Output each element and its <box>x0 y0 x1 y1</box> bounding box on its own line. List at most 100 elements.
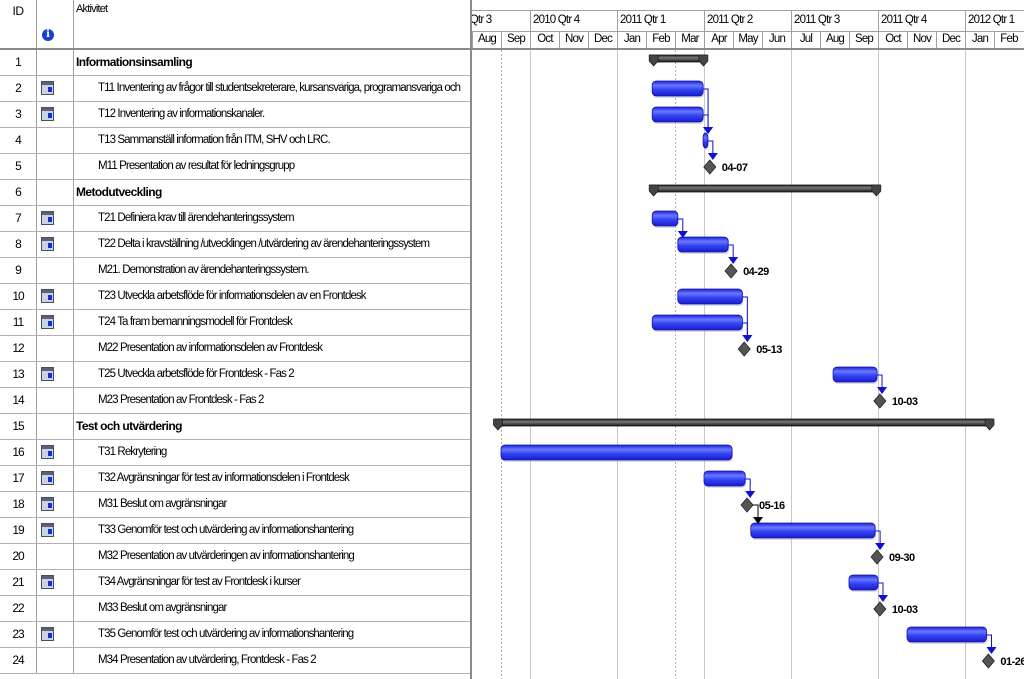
table-row[interactable]: 15 Test och utvärdering <box>0 414 470 440</box>
table-row[interactable]: 12 M22 Presentation av informationsdelen … <box>0 336 470 362</box>
row-indicator <box>37 518 74 543</box>
row-indicator <box>37 154 74 179</box>
row-id[interactable]: 14 <box>0 388 37 413</box>
row-id[interactable]: 10 <box>0 284 37 309</box>
row-indicator <box>37 336 74 361</box>
task-name[interactable]: T11 Inventering av frågor till studentse… <box>74 76 470 101</box>
row-id[interactable]: 12 <box>0 336 37 361</box>
milestone-diamond <box>703 159 717 175</box>
table-row[interactable]: 4 T13 Sammanställ information från ITM, S… <box>0 128 470 154</box>
row-id[interactable]: 13 <box>0 362 37 387</box>
row-id[interactable]: 4 <box>0 128 37 153</box>
task-name[interactable]: T35 Genomför test och utvärdering av inf… <box>74 622 470 647</box>
table-row[interactable]: 2 T11 Inventering av frågor till students… <box>0 76 470 102</box>
task-name[interactable]: M31 Beslut om avgränsningar <box>74 492 470 517</box>
table-row[interactable]: 10 T23 Utveckla arbetsflöde för informati… <box>0 284 470 310</box>
column-header-indicators[interactable]: i <box>37 0 74 48</box>
summary-task-name[interactable]: Informationsinsamling <box>74 50 470 75</box>
table-row[interactable]: 3 T12 Inventering av informationskanaler. <box>0 102 470 128</box>
row-id[interactable]: 24 <box>0 648 37 673</box>
task-name[interactable]: T22 Delta i kravställning /utvecklingen … <box>74 232 470 257</box>
task-name[interactable]: M23 Presentation av Frontdesk - Fas 2 <box>74 388 470 413</box>
table-row[interactable]: 8 T22 Delta i kravställning /utvecklingen… <box>0 232 470 258</box>
table-row[interactable]: 17 T32 Avgränsningar för test av informat… <box>0 466 470 492</box>
table-row[interactable]: 22 M33 Beslut om avgränsningar <box>0 596 470 622</box>
task-name[interactable]: T21 Definiera krav till ärendehanterings… <box>74 206 470 231</box>
row-indicator <box>37 388 74 413</box>
task-name[interactable]: T12 Inventering av informationskanaler. <box>74 102 470 127</box>
summary-task-name[interactable]: Metodutveckling <box>74 180 470 205</box>
calendar-icon[interactable] <box>41 523 54 537</box>
table-row[interactable]: 5 M11 Presentation av resultat för lednin… <box>0 154 470 180</box>
task-name[interactable]: M32 Presentation av utvärderingen av inf… <box>74 544 470 569</box>
calendar-icon[interactable] <box>41 367 54 381</box>
dependency-arrowhead <box>986 647 997 654</box>
summary-end-cap <box>984 418 995 431</box>
table-row[interactable]: 1 Informationsinsamling <box>0 50 470 76</box>
calendar-icon[interactable] <box>41 211 54 225</box>
calendar-icon[interactable] <box>41 237 54 251</box>
row-id[interactable]: 20 <box>0 544 37 569</box>
task-name[interactable]: M34 Presentation av utvärdering, Frontde… <box>74 648 470 673</box>
row-id[interactable]: 7 <box>0 206 37 231</box>
row-id[interactable]: 21 <box>0 570 37 595</box>
row-id[interactable]: 3 <box>0 102 37 127</box>
task-name[interactable]: T34 Avgränsningar för test av Frontdesk … <box>74 570 470 595</box>
table-row[interactable]: 23 T35 Genomför test och utvärdering av i… <box>0 622 470 648</box>
table-row[interactable]: 16 T31 Rekrytering <box>0 440 470 466</box>
table-row[interactable]: 7 T21 Definiera krav till ärendehantering… <box>0 206 470 232</box>
row-id[interactable]: 8 <box>0 232 37 257</box>
task-name[interactable]: T25 Utveckla arbetsflöde för Frontdesk -… <box>74 362 470 387</box>
table-row[interactable]: 19 T33 Genomför test och utvärdering av i… <box>0 518 470 544</box>
row-id[interactable]: 9 <box>0 258 37 283</box>
task-bar <box>651 106 704 123</box>
calendar-icon[interactable] <box>41 471 54 485</box>
task-name[interactable]: M21. Demonstration av ärendehanteringssy… <box>74 258 470 283</box>
table-row[interactable]: 18 M31 Beslut om avgränsningar <box>0 492 470 518</box>
task-name[interactable]: T32 Avgränsningar för test av informatio… <box>74 466 470 491</box>
task-name[interactable]: T33 Genomför test och utvärdering av inf… <box>74 518 470 543</box>
task-bar <box>702 132 709 149</box>
table-row[interactable]: 20 M32 Presentation av utvärderingen av i… <box>0 544 470 570</box>
task-name[interactable]: T24 Ta fram bemanningsmodell för Frontde… <box>74 310 470 335</box>
column-header-id[interactable]: ID <box>0 0 37 48</box>
task-name[interactable]: M11 Presentation av resultat för ledning… <box>74 154 470 179</box>
row-id[interactable]: 5 <box>0 154 37 179</box>
calendar-icon[interactable] <box>41 575 54 589</box>
row-id[interactable]: 22 <box>0 596 37 621</box>
row-id[interactable]: 6 <box>0 180 37 205</box>
row-id[interactable]: 19 <box>0 518 37 543</box>
column-header-activity[interactable]: Aktivitet <box>74 0 470 48</box>
row-id[interactable]: 18 <box>0 492 37 517</box>
task-name[interactable]: T31 Rekrytering <box>74 440 470 465</box>
calendar-icon[interactable] <box>41 107 54 121</box>
row-id[interactable]: 15 <box>0 414 37 439</box>
row-id[interactable]: 16 <box>0 440 37 465</box>
row-id[interactable]: 2 <box>0 76 37 101</box>
task-name[interactable]: M33 Beslut om avgränsningar <box>74 596 470 621</box>
table-row[interactable]: 21 T34 Avgränsningar för test av Frontdes… <box>0 570 470 596</box>
calendar-icon[interactable] <box>41 289 54 303</box>
row-id[interactable]: 1 <box>0 50 37 75</box>
row-id[interactable]: 23 <box>0 622 37 647</box>
task-name[interactable]: T23 Utveckla arbetsflöde för information… <box>74 284 470 309</box>
row-id[interactable]: 11 <box>0 310 37 335</box>
milestone-date-label: 05-13 <box>756 344 782 356</box>
table-row[interactable]: 11 T24 Ta fram bemanningsmodell för Front… <box>0 310 470 336</box>
calendar-icon[interactable] <box>41 627 54 641</box>
table-row[interactable]: 14 M23 Presentation av Frontdesk - Fas 2 <box>0 388 470 414</box>
summary-task-name[interactable]: Test och utvärdering <box>74 414 470 439</box>
table-row[interactable]: 9 M21. Demonstration av ärendehanteringss… <box>0 258 470 284</box>
calendar-icon[interactable] <box>41 81 54 95</box>
row-id[interactable]: 17 <box>0 466 37 491</box>
table-row[interactable]: 13 T25 Utveckla arbetsflöde för Frontdesk… <box>0 362 470 388</box>
calendar-icon[interactable] <box>41 315 54 329</box>
task-table: ID i Aktivitet 1 Informationsinsamling 2 T1… <box>0 0 472 679</box>
milestone-date-label: 09-30 <box>889 552 915 564</box>
task-name[interactable]: T13 Sammanställ information från ITM, SH… <box>74 128 470 153</box>
calendar-icon[interactable] <box>41 445 54 459</box>
task-name[interactable]: M22 Presentation av informationsdelen av… <box>74 336 470 361</box>
table-row[interactable]: 6 Metodutveckling <box>0 180 470 206</box>
table-row[interactable]: 24 M34 Presentation av utvärdering, Front… <box>0 648 470 674</box>
calendar-icon[interactable] <box>41 497 54 511</box>
